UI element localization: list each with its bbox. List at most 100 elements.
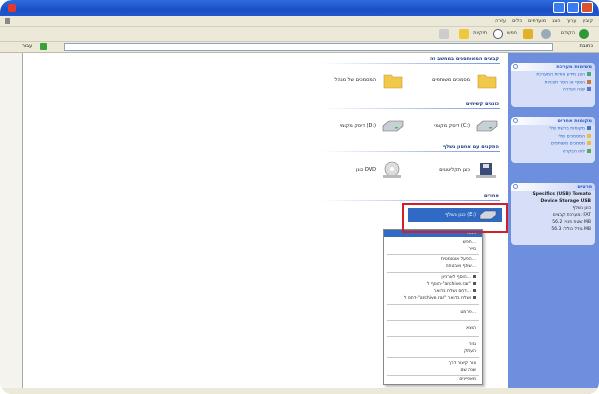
address-input[interactable]	[64, 43, 553, 51]
section-divider	[320, 151, 500, 152]
menu-item-eject[interactable]: הוצא	[466, 326, 476, 331]
toolbar: הקודם חפש תיקיות	[0, 27, 599, 42]
back-arrow-icon[interactable]	[579, 29, 589, 39]
menu-separator	[387, 304, 479, 305]
task-link[interactable]: שנה הגדרה	[511, 86, 595, 94]
minimize-button[interactable]	[553, 2, 565, 13]
context-menu: פתח חפש... סייר הפעל אוטומטית... שתף ואב…	[383, 229, 483, 385]
menu-item-compress-email[interactable]: דחס ושלח בדואר...	[434, 289, 476, 294]
section-title-removable: התקנים עם אחסון נשלף	[442, 144, 499, 150]
menu-bar: עזרה כלים מועדפים הצג ערוך קובץ	[0, 16, 599, 27]
winrar-icon	[473, 296, 476, 299]
drive-item[interactable]: כונן תקליטונים	[400, 160, 500, 180]
menu-item-cut[interactable]: גזור	[469, 342, 476, 347]
menu-item-add-rar[interactable]: הוסף ל-"archive.rar"	[427, 282, 476, 287]
detail-type: כונן נשלף	[572, 206, 592, 211]
close-button[interactable]	[581, 2, 593, 13]
details-panel: פרטים Specifics (USB) Tomato Device Stor…	[511, 183, 595, 245]
collapse-icon[interactable]	[513, 184, 518, 189]
search-icon[interactable]	[493, 29, 503, 39]
winrar-icon	[473, 289, 476, 292]
floppy-drive-icon	[476, 163, 496, 178]
menu-item-sharing[interactable]: שתף ואבטחה...	[446, 264, 476, 269]
menu-separator	[387, 336, 479, 337]
folders-icon[interactable]	[459, 29, 469, 39]
collapse-icon[interactable]	[513, 64, 518, 69]
menu-item-format[interactable]: פרמט...	[460, 310, 476, 315]
status-bar	[0, 388, 599, 394]
hard-disk-icon	[382, 120, 404, 132]
windows-flag-icon	[5, 18, 10, 24]
up-folder-icon[interactable]	[523, 29, 533, 39]
system-tasks-panel: משימות מערכת הצג מידע אודות המערכת הוסף …	[511, 63, 595, 107]
menu-item-autoplay[interactable]: הפעל אוטומטית...	[441, 257, 476, 262]
menu-separator	[387, 254, 479, 255]
cd-drive-icon	[383, 161, 401, 178]
folder-icon	[477, 74, 497, 89]
section-title-hard-disks: כוננים קשיחים	[465, 101, 499, 107]
detail-device: Device Storage USB	[540, 199, 591, 204]
folders-button-label[interactable]: תיקיות	[473, 30, 487, 36]
menu-separator	[387, 272, 479, 273]
title-bar[interactable]	[0, 0, 599, 16]
task-link[interactable]: הצג מידע אודות המערכת	[511, 71, 595, 79]
search-button-label[interactable]: חפש	[507, 30, 517, 36]
winrar-icon	[473, 282, 476, 285]
menu-item-copy[interactable]: העתק	[464, 349, 476, 354]
section-divider	[320, 108, 500, 109]
menu-separator	[387, 375, 479, 376]
drive-item[interactable]: כונן DVD	[306, 160, 406, 180]
menu-item-compress-rar-email[interactable]: דחס ל-"archive.rar" ושלח בדואר	[404, 296, 476, 301]
collapse-icon[interactable]	[513, 118, 518, 123]
menu-item-search[interactable]: חפש...	[463, 240, 476, 245]
maximize-button[interactable]	[567, 2, 579, 13]
system-tasks-header[interactable]: משימות מערכת	[511, 63, 595, 71]
menu-separator	[387, 320, 479, 321]
detail-total-size: גודל כולל: 56.3 MB	[551, 227, 591, 232]
section-title-files: קבצים המאוחסנים במחשב זה	[429, 56, 499, 62]
hard-disk-icon	[476, 120, 498, 132]
detail-free-space: שטח פנוי: 56.2 MB	[552, 220, 591, 225]
window-icon	[8, 4, 16, 12]
highlight-box	[402, 203, 508, 233]
menu-file[interactable]: קובץ	[583, 18, 594, 24]
drive-item[interactable]: דיסק מקומי (D:)	[306, 116, 406, 136]
forward-arrow-icon[interactable]	[541, 29, 551, 39]
menu-item-add-archive[interactable]: הוסף לארכיון...	[441, 275, 476, 280]
section-title-other: אחרים	[483, 193, 499, 199]
folder-icon	[383, 74, 403, 89]
menu-help[interactable]: עזרה	[495, 18, 506, 24]
menu-edit[interactable]: ערוך	[567, 18, 577, 24]
menu-item-create-shortcut[interactable]: צור קיצור דרך	[449, 361, 476, 366]
menu-item-properties[interactable]: מאפיינים	[459, 377, 476, 382]
back-button-label[interactable]: הקודם	[561, 30, 575, 36]
folder-item[interactable]: המסמכים של מנהל	[306, 70, 406, 90]
drive-item[interactable]: דיסק מקומי (C:)	[400, 116, 500, 136]
winrar-icon	[473, 275, 476, 278]
menu-separator	[387, 357, 479, 358]
address-bar: עבור כתובת	[0, 42, 599, 53]
section-divider	[320, 200, 500, 201]
explorer-window: עזרה כלים מועדפים הצג ערוך קובץ הקודם חפ…	[0, 0, 599, 394]
menu-item-explore[interactable]: סייר	[469, 247, 476, 252]
place-link[interactable]: מסמכים משותפים	[511, 140, 595, 148]
menu-view[interactable]: הצג	[552, 18, 560, 24]
folder-item[interactable]: מסמכים משותפים	[400, 70, 500, 90]
menu-item-rename[interactable]: שנה שם	[460, 368, 476, 373]
menu-favorites[interactable]: מועדפים	[528, 18, 546, 24]
task-link[interactable]: הוסף או הסר תוכניות	[511, 79, 595, 87]
go-arrow-icon[interactable]	[40, 43, 47, 50]
place-link[interactable]: המסמכים שלי	[511, 133, 595, 141]
section-divider	[320, 63, 500, 64]
other-places-header[interactable]: מקומות אחרים	[511, 117, 595, 125]
details-header[interactable]: פרטים	[511, 183, 595, 191]
task-pane: משימות מערכת הצג מידע אודות המערכת הוסף …	[508, 53, 599, 394]
go-button[interactable]: עבור	[22, 43, 38, 51]
other-places-panel: מקומות אחרים מקומות ברשת שלי המסמכים שלי…	[511, 117, 595, 163]
detail-filesystem: מערכת קבצים: FAT	[552, 213, 591, 218]
views-icon[interactable]	[439, 29, 449, 39]
menu-tools[interactable]: כלים	[512, 18, 522, 24]
place-link[interactable]: מקומות ברשת שלי	[511, 125, 595, 133]
place-link[interactable]: לוח הבקרה	[511, 148, 595, 156]
detail-name: Specifics (USB) Tomato	[532, 192, 591, 197]
